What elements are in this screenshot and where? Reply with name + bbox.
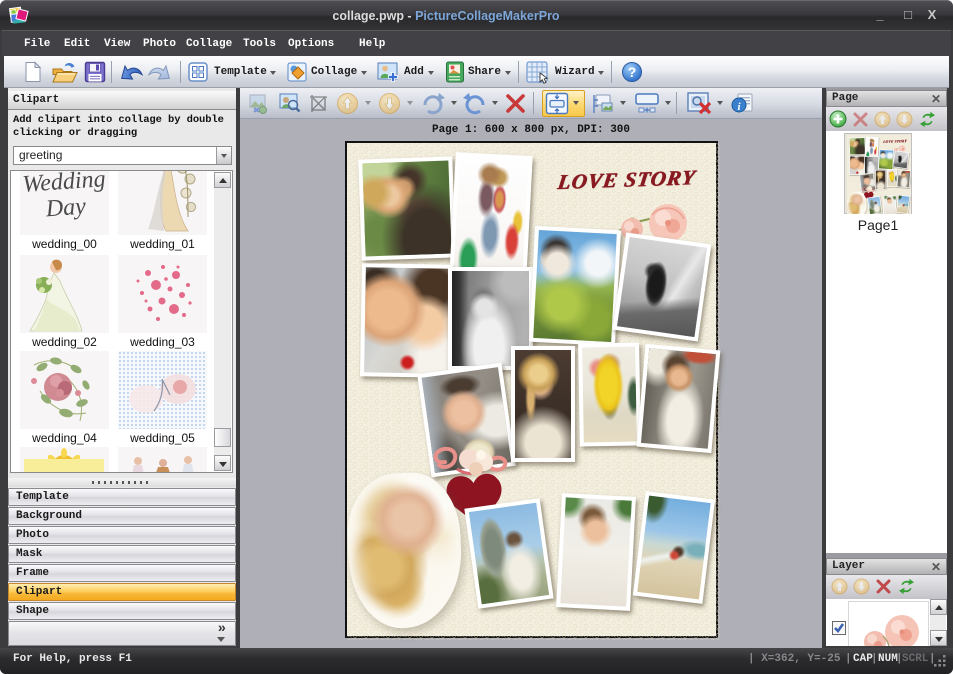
svg-text:?: ? — [628, 64, 637, 80]
